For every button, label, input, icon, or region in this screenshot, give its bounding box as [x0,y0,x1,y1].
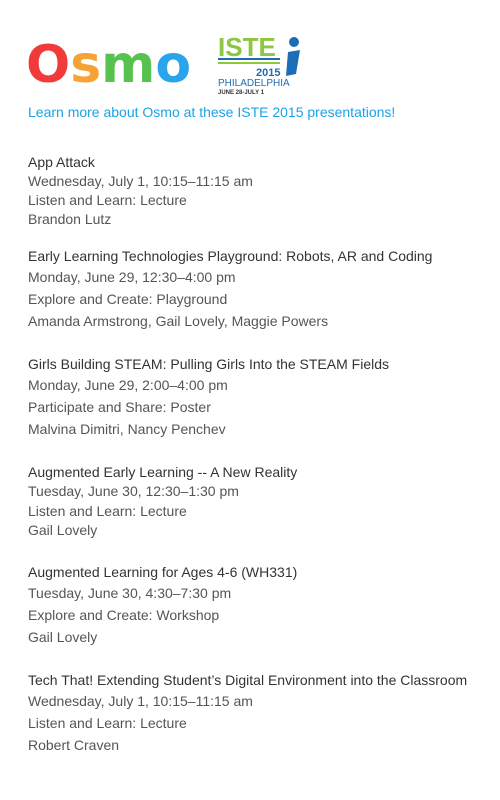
session-item: App Attack Wednesday, July 1, 10:15–11:1… [28,153,488,229]
iste-stripe [218,58,280,60]
session-date: Tuesday, June 30, 12:30–1:30 pm [28,483,239,499]
session-format: Explore and Create: Workshop [28,606,220,623]
session-format: Participate and Share: Poster [28,399,211,415]
session-item: Tech That! Extending Student’s Digital E… [28,670,488,756]
session-item: Augmented Learning for Ages 4-6 (WH331) … [28,562,488,648]
session-date: Wednesday, July 1, 10:15–11:15 am [28,692,253,709]
iste-logo-name: ISTE [218,34,276,62]
iste-logo-city: PHILADELPHIA [218,78,290,89]
session-item: Augmented Early Learning -- A New Realit… [28,462,488,541]
iste-dot-icon [289,37,299,47]
session-title: Girls Building STEAM: Pulling Girls Into… [28,356,390,372]
iste-presentations-link[interactable]: Learn more about Osmo at these ISTE 2015… [28,104,395,120]
session-title: Early Learning Technologies Playground: … [28,248,433,264]
session-title: Augmented Early Learning -- A New Realit… [28,464,298,480]
session-format: Explore and Create: Playground [28,291,228,307]
session-item: Early Learning Technologies Playground: … [28,246,488,332]
session-list: App Attack Wednesday, July 1, 10:15–11:1… [28,153,488,778]
session-date: Tuesday, June 30, 4:30–7:30 pm [28,584,232,601]
page-header: Osmo ISTE 2015 PHILADELPHIA JUNE 28-JULY… [26,30,326,100]
session-format: Listen and Learn: Lecture [28,502,187,519]
session-date: Wednesday, July 1, 10:15–11:15 am [28,173,253,189]
session-title: Tech That! Extending Student’s Digital E… [28,671,468,688]
session-presenters: Gail Lovely [28,628,98,645]
iste-logo[interactable]: ISTE 2015 PHILADELPHIA JUNE 28-JULY 1 [218,34,308,96]
session-date: Monday, June 29, 12:30–4:00 pm [28,269,236,285]
session-title: Augmented Learning for Ages 4-6 (WH331) [28,563,298,580]
session-presenters: Brandon Lutz [28,211,112,227]
session-presenters: Malvina Dimitri, Nancy Penchev [28,421,226,437]
session-title: App Attack [28,154,95,170]
session-presenters: Robert Craven [28,736,120,753]
session-item: Girls Building STEAM: Pulling Girls Into… [28,354,488,440]
iste-logo-dates: JUNE 28-JULY 1 [218,90,265,96]
osmo-logo[interactable]: Osmo [26,38,200,92]
session-presenters: Amanda Armstrong, Gail Lovely, Maggie Po… [28,313,329,329]
session-format: Listen and Learn: Lecture [28,192,187,208]
iste-stripe [218,62,280,64]
session-date: Monday, June 29, 2:00–4:00 pm [28,377,228,393]
iste-figure-icon [286,50,300,76]
session-presenters: Gail Lovely [28,522,98,538]
osmo-logo-text: Osmo [26,38,191,92]
session-format: Listen and Learn: Lecture [28,714,187,731]
